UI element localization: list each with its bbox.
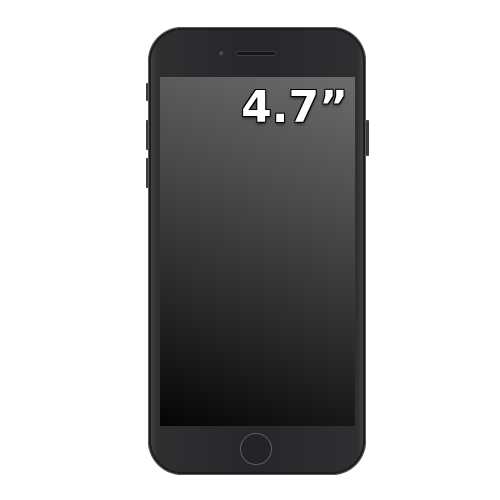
power-button xyxy=(366,120,369,156)
screen-size-label: 4.7” xyxy=(241,82,348,133)
front-camera-icon xyxy=(219,51,225,57)
earpiece-icon xyxy=(236,51,276,56)
home-button-icon xyxy=(240,433,272,465)
